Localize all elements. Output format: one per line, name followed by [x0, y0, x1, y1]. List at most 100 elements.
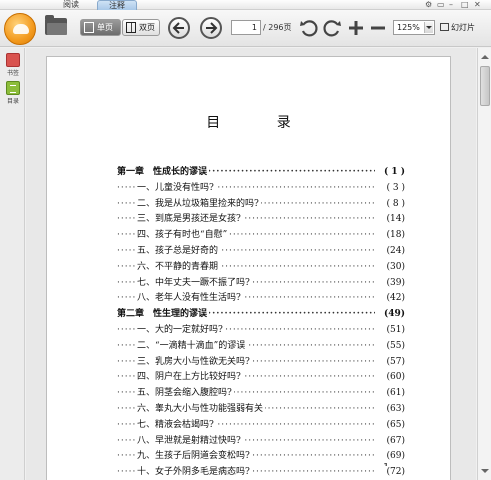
toc-entry-title: 四、阴户在上方比较好吗? [137, 371, 243, 385]
scroll-down-icon[interactable] [480, 466, 490, 476]
zoom-value: 125% [397, 23, 420, 32]
toc-entry-section[interactable]: ········································… [117, 387, 405, 401]
toc-entry-page: (14) [375, 213, 405, 227]
slideshow-label: 幻灯片 [451, 23, 475, 32]
toc-entry-section[interactable]: ········································… [117, 276, 405, 290]
toc-entry-section[interactable]: ········································… [117, 324, 405, 337]
toc-entry-page: (65) [375, 418, 405, 432]
toc-entry-page: ( 3 ) [375, 181, 405, 195]
toc-entry-section[interactable]: ········································… [117, 292, 405, 306]
toc-entry-page: (51) [375, 324, 405, 337]
open-folder-icon[interactable] [45, 15, 67, 35]
toc-entry-page: (24) [375, 245, 405, 258]
rotate-right-icon[interactable] [322, 18, 342, 38]
toc-entry-page: (30) [375, 260, 405, 274]
toc-entry-page: (63) [375, 403, 405, 416]
toc-entry-title: 八、老年人没有性生活吗? [137, 292, 243, 306]
toc-entry-title: 第二章 性生理的谬误 [117, 308, 210, 322]
toc-entry-section[interactable]: ········································… [117, 450, 405, 464]
toc-entry-title: 六、不平静的青春期 [137, 260, 221, 274]
toc-entry-page: (55) [375, 339, 405, 353]
toc-entry-title: 八、早泄就是射精过快吗? [137, 434, 243, 448]
toc-entry-title: 七、精液会枯竭吗? [137, 418, 216, 432]
scroll-up-icon[interactable] [480, 52, 490, 62]
close-icon[interactable]: ✕ [474, 0, 481, 9]
document-page: 目 录 ····································… [46, 56, 451, 480]
toc-entry-title: 三、到底是男孩还是女孩? [137, 213, 243, 227]
sidebar-item-label: 书签 [6, 70, 19, 77]
toc-entry-page: (57) [375, 355, 405, 369]
toc-entry-page: (18) [375, 229, 405, 243]
slideshow-button[interactable]: 幻灯片 [440, 21, 475, 34]
single-page-button[interactable]: 单页 [80, 19, 121, 36]
toc-entry-page: (72) [375, 466, 405, 480]
scrollbar-thumb[interactable] [480, 66, 490, 106]
toc-entry-page: (61) [375, 387, 405, 401]
arrow-left-icon [172, 22, 184, 34]
toc-icon [6, 81, 20, 95]
toc-entry-page: (42) [375, 292, 405, 306]
zoom-in-icon[interactable] [346, 18, 366, 38]
toc-entry-section[interactable]: ········································… [117, 418, 405, 432]
current-page-input[interactable]: 1 [231, 20, 261, 35]
double-page-label: 双页 [139, 23, 155, 32]
toc-entry-section[interactable]: ········································… [117, 339, 405, 353]
toc-entry-title: 十、女子外阴多毛是病态吗? [137, 466, 252, 480]
minimize-icon[interactable]: – [449, 0, 453, 9]
toc-entry-title: 四、孩子有时也“自慰” [137, 229, 230, 243]
total-pages-label: / 296页 [263, 23, 292, 32]
toc-entry-section[interactable]: ········································… [117, 434, 405, 448]
chevron-down-icon[interactable] [424, 22, 433, 33]
toc-entry-section[interactable]: ········································… [117, 355, 405, 369]
toc-entry-page: (60) [375, 371, 405, 385]
toc-entry-title: 二、我是从垃圾箱里捡来的吗? [137, 197, 261, 211]
toc-entry-title: 三、乳房大小与性欲无关吗? [137, 355, 252, 369]
left-sidebar: 书签 目录 [0, 48, 25, 480]
single-page-label: 单页 [97, 23, 113, 32]
toc-entry-section[interactable]: ········································… [117, 245, 405, 258]
toc-entry-section[interactable]: ········································… [117, 213, 405, 227]
toc-entry-title: 一、儿童没有性吗? [137, 181, 216, 195]
toc-entry-page: ( 8 ) [375, 197, 405, 211]
toc-entry-title: 二、“一滴精十滴血”的谬误 [137, 339, 248, 353]
settings-icon[interactable]: ⚙ [425, 0, 432, 9]
toc-entry-title: 七、中年丈夫一蹶不振了吗? [137, 276, 252, 290]
skin-icon[interactable]: ▭ [437, 0, 445, 9]
toc-entry-title: 六、睾丸大小与性功能强弱有关 [137, 403, 266, 416]
arrow-right-icon [206, 22, 218, 34]
vertical-scrollbar[interactable] [477, 48, 491, 480]
single-page-icon [84, 22, 94, 33]
toc-entry-section[interactable]: ········································… [117, 466, 405, 480]
maximize-icon[interactable]: □ [461, 0, 469, 9]
app-logo-icon[interactable] [4, 13, 36, 45]
toc-entry-title: 五、孩子总是好奇的 [137, 245, 221, 258]
toc-entry-section[interactable]: ········································… [117, 181, 405, 195]
toc-entry-section[interactable]: ········································… [117, 403, 405, 416]
document-viewer[interactable]: 目 录 ····································… [26, 48, 476, 480]
toc-entry-page: (69) [375, 450, 405, 464]
zoom-out-icon[interactable] [368, 18, 388, 38]
sidebar-item-bookmarks[interactable]: 书签 [3, 53, 23, 77]
toc-entry-chapter[interactable]: ········································… [117, 308, 405, 322]
toc-entry-title: 九、生孩子后阴道会变松吗? [137, 450, 252, 464]
next-page-button[interactable] [200, 17, 222, 39]
toc-entry-section[interactable]: ········································… [117, 197, 405, 211]
toc-entry-section[interactable]: ········································… [117, 229, 405, 243]
toc-entry-title: 五、阴茎会缩入腹腔吗? [137, 387, 234, 401]
double-page-button[interactable]: 双页 [122, 19, 160, 36]
toc-entry-chapter[interactable]: ········································… [117, 166, 405, 179]
sidebar-item-label: 目录 [6, 98, 19, 105]
tab-read[interactable]: 阅读 [50, 0, 92, 10]
toc-entry-page: (39) [375, 276, 405, 290]
rotate-left-icon[interactable] [299, 18, 319, 38]
toc-entry-section[interactable]: ········································… [117, 260, 405, 274]
slideshow-icon [440, 23, 449, 31]
tab-annotate[interactable]: 注释 [97, 0, 137, 10]
zoom-select[interactable]: 125% [393, 20, 435, 35]
sidebar-item-toc[interactable]: 目录 [3, 81, 23, 105]
toc-entry-page: ( 1 ) [375, 166, 405, 179]
previous-page-button[interactable] [168, 17, 190, 39]
toc-entry-title: 一、大的一定就好吗? [137, 324, 225, 337]
toc-entry-title: 第一章 性成长的谬误 [117, 166, 210, 179]
toc-entry-section[interactable]: ········································… [117, 371, 405, 385]
